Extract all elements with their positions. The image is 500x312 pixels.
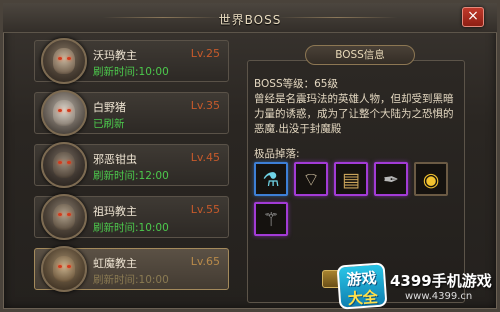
drops-label: 极品掉落:	[254, 148, 300, 160]
fan-icon: ⌔	[302, 169, 320, 191]
watermark-url: www.4399.cn	[405, 291, 473, 302]
close-icon: ×	[467, 8, 479, 24]
boss-avatar-icon	[41, 90, 87, 136]
drop-slot[interactable]: ✒	[374, 162, 408, 196]
boss-name: 祖玛教主	[93, 205, 137, 218]
boss-avatar-icon	[41, 142, 87, 188]
boss-level: Lv.45	[190, 151, 220, 164]
boss-status: 刷新时间:10:00	[93, 274, 169, 286]
boss-description: 曾经是名震玛法的英雄人物，但却受到黑暗力量的诱惑，成为了让整个大陆为之恐惧的恶魔…	[254, 93, 454, 135]
boss-name: 沃玛教主	[93, 49, 137, 62]
boss-level: Lv.25	[190, 47, 220, 60]
boss-avatar-icon	[41, 194, 87, 240]
feather-icon: ✒	[383, 169, 399, 191]
boss-list-item[interactable]: 祖玛教主 Lv.55 刷新时间:10:00	[34, 194, 229, 240]
window-title: 世界BOSS	[218, 13, 282, 27]
drop-slot[interactable]: ⌔	[294, 162, 328, 196]
title-bar: 世界BOSS	[3, 3, 497, 33]
scroll-icon: ▤	[342, 169, 360, 191]
drop-slot[interactable]: ◉	[414, 162, 448, 196]
boss-status: 已刷新	[93, 118, 125, 130]
staff-icon: ⚚	[262, 209, 280, 231]
watermark-logo: 游戏 大全	[336, 262, 388, 310]
boss-name: 邪恶钳虫	[93, 153, 137, 166]
boss-avatar-icon	[41, 246, 87, 292]
drop-slot[interactable]: ⚚	[254, 202, 288, 236]
boss-status: 刷新时间:10:00	[93, 66, 169, 78]
close-button[interactable]: ×	[462, 7, 484, 27]
boss-avatar-icon	[41, 38, 87, 84]
potion-icon: ⚗	[262, 169, 280, 191]
watermark-brand: 4399手机游戏	[390, 272, 492, 290]
boss-list-item[interactable]: 白野猪 Lv.35 已刷新	[34, 90, 229, 136]
boss-name: 虹魔教主	[93, 257, 137, 270]
boss-status: 刷新时间:12:00	[93, 170, 169, 182]
drop-slot[interactable]: ⚗	[254, 162, 288, 196]
boss-list-item[interactable]: 邪恶钳虫 Lv.45 刷新时间:12:00	[34, 142, 229, 188]
boss-list-item[interactable]: 沃玛教主 Lv.25 刷新时间:10:00	[34, 38, 229, 84]
gold-icon: ◉	[422, 169, 440, 191]
watermark-logo-line2: 大全	[347, 287, 379, 308]
boss-level: Lv.55	[190, 203, 220, 216]
boss-level: Lv.65	[190, 255, 220, 268]
drop-slot[interactable]: ▤	[334, 162, 368, 196]
boss-status: 刷新时间:10:00	[93, 222, 169, 234]
boss-level: Lv.35	[190, 99, 220, 112]
boss-level-line: BOSS等级：65级	[254, 78, 338, 90]
boss-name: 白野猪	[93, 101, 126, 114]
boss-list-item-selected[interactable]: 虹魔教主 Lv.65 刷新时间:10:00	[34, 246, 229, 292]
boss-info-header: BOSS信息	[305, 45, 415, 65]
